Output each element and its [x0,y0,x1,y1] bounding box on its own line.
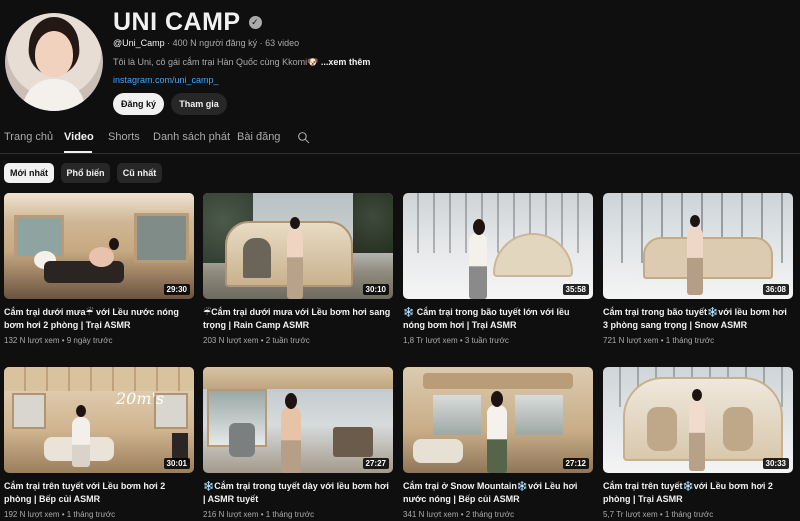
video-meta: 1,8 Tr lượt xem • 3 tuần trước [403,336,509,345]
channel-description[interactable]: Tôi là Uni, cô gái cắm trại Hàn Quốc cùn… [113,57,370,68]
video-title[interactable]: Cắm trại ở Snow Mountain❄️với Lều hơi nư… [403,480,593,506]
video-title[interactable]: ❄️Cắm trại trong tuyết dày với lều bơm h… [203,480,393,506]
video-thumbnail[interactable]: 35:58 [403,193,593,299]
tab-videos[interactable]: Video [64,131,94,143]
tab-shorts[interactable]: Shorts [108,131,140,143]
channel-stats: · 400 N người đăng ký · 63 video [167,38,300,48]
video-meta: 192 N lượt xem • 1 tháng trước [4,510,116,519]
tab-posts[interactable]: Bài đăng [237,131,280,143]
channel-title: UNI CAMP ✓ [113,8,262,37]
channel-avatar[interactable] [5,13,103,111]
video-thumbnail[interactable]: 30:10 [203,193,393,299]
video-duration: 30:01 [163,458,190,469]
verified-icon: ✓ [248,16,262,29]
more-link[interactable]: ...xem thêm [321,57,371,67]
chip-newest[interactable]: Mới nhất [4,163,54,183]
video-meta: 216 N lượt xem • 1 tháng trước [203,510,315,519]
video-duration: 27:27 [362,458,389,469]
video-duration: 35:58 [562,284,589,295]
video-title[interactable]: ☔Cắm trại dưới mưa với Lều bơm hơi sang … [203,306,393,332]
channel-link[interactable]: instagram.com/uni_camp_ [113,75,219,85]
video-meta: 721 N lượt xem • 1 tháng trước [603,336,715,345]
video-meta: 203 N lượt xem • 2 tuần trước [203,336,310,345]
active-tab-indicator [64,151,92,153]
video-thumbnail[interactable]: 20m's 30:01 [4,367,194,473]
video-thumbnail[interactable]: 27:27 [203,367,393,473]
video-thumbnail[interactable]: 30:33 [603,367,793,473]
channel-meta: @Uni_Camp · 400 N người đăng ký · 63 vid… [113,38,299,48]
video-duration: 36:08 [762,284,789,295]
chip-popular[interactable]: Phổ biến [61,163,110,183]
video-duration: 29:30 [163,284,190,295]
description-text: Tôi là Uni, cô gái cắm trại Hàn Quốc cùn… [113,57,319,67]
video-title[interactable]: Cắm trại trong bão tuyết❄️với lều bơm hơ… [603,306,793,332]
thumbnail-text: 20m's [116,389,165,408]
video-duration: 27:12 [562,458,589,469]
chip-oldest[interactable]: Cũ nhất [117,163,162,183]
video-title[interactable]: ❄️ Cắm trại trong bão tuyết lớn với lều … [403,306,593,332]
video-duration: 30:10 [362,284,389,295]
video-thumbnail[interactable]: 36:08 [603,193,793,299]
channel-handle: @Uni_Camp [113,38,165,48]
video-meta: 341 N lượt xem • 2 tháng trước [403,510,515,519]
video-duration: 30:33 [762,458,789,469]
video-thumbnail[interactable]: 27:12 [403,367,593,473]
video-meta: 5,7 Tr lượt xem • 1 tháng trước [603,510,714,519]
video-thumbnail[interactable]: 29:30 [4,193,194,299]
tab-playlists[interactable]: Danh sách phát [153,131,230,143]
tab-home[interactable]: Trang chủ [4,131,53,143]
search-icon[interactable] [297,131,310,144]
channel-tabs: Trang chủ Video Shorts Danh sách phát Bà… [0,127,800,154]
video-title[interactable]: Cắm trại trên tuyết với Lều bơm hơi 2 ph… [4,480,194,506]
channel-name: UNI CAMP [113,8,241,36]
join-button[interactable]: Tham gia [171,93,227,115]
video-meta: 132 N lượt xem • 9 ngày trước [4,336,113,345]
video-title[interactable]: Cắm trại trên tuyết❄️với Lều bơm hơi 2 p… [603,480,793,506]
video-title[interactable]: Cắm trại dưới mưa☔ với Lều nước nóng bơm… [4,306,194,332]
subscribe-button[interactable]: Đăng ký [113,93,164,115]
